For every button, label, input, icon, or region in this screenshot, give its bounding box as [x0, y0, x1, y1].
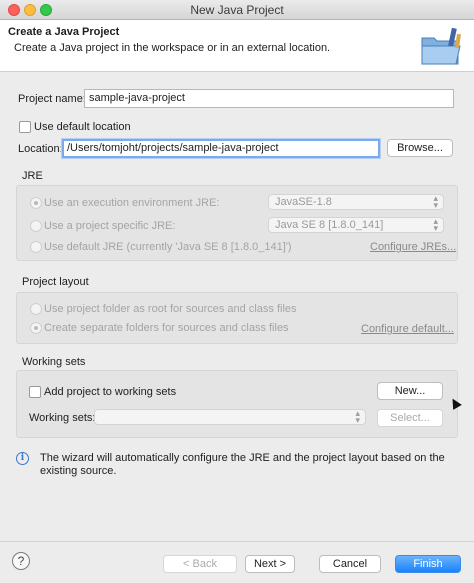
wizard-footer: ? < Back Next > Cancel Finish — [0, 541, 474, 583]
jre-specific-label: Use a project specific JRE: — [44, 220, 176, 232]
wizard-description: Create a Java project in the workspace o… — [14, 42, 331, 54]
wizard-title: Create a Java Project — [8, 26, 120, 38]
configure-default-link[interactable]: Configure default... — [361, 323, 454, 335]
use-default-location-label: Use default location — [34, 121, 131, 133]
jre-env-label: Use an execution environment JRE: — [44, 197, 220, 209]
layout-root-label: Use project folder as root for sources a… — [44, 303, 297, 315]
layout-root-radio[interactable] — [30, 303, 42, 315]
select-arrows-icon: ▴ ▾ — [433, 216, 438, 233]
window-title: New Java Project — [190, 3, 284, 17]
next-button[interactable]: Next > — [245, 555, 295, 573]
title-bar: New Java Project — [0, 0, 474, 20]
layout-separate-radio[interactable] — [30, 322, 42, 334]
java-project-folder-icon — [421, 27, 461, 65]
jre-default-radio[interactable] — [30, 241, 42, 253]
jre-env-select-value: JavaSE-1.8 — [275, 196, 332, 208]
jre-group-label: JRE — [22, 170, 43, 182]
info-message: The wizard will automatically configure … — [40, 452, 445, 477]
use-default-location-checkbox[interactable] — [19, 121, 31, 133]
info-icon: i — [16, 452, 29, 465]
jre-specific-select[interactable]: Java SE 8 [1.8.0_141] ▴ ▾ — [268, 217, 444, 233]
jre-default-label: Use default JRE (currently 'Java SE 8 [1… — [44, 241, 292, 253]
configure-jres-link[interactable]: Configure JREs... — [370, 241, 456, 253]
working-sets-group — [16, 370, 458, 438]
add-to-working-sets-checkbox[interactable] — [29, 386, 41, 398]
project-layout-group-label: Project layout — [22, 276, 89, 288]
location-label: Location: — [18, 143, 63, 155]
browse-button[interactable]: Browse... — [387, 139, 453, 157]
working-sets-select[interactable]: ▴ ▾ — [94, 409, 366, 425]
jre-env-radio[interactable] — [30, 197, 42, 209]
layout-separate-label: Create separate folders for sources and … — [44, 322, 289, 334]
back-button[interactable]: < Back — [163, 555, 237, 573]
select-working-sets-button[interactable]: Select... — [377, 409, 443, 427]
select-arrows-icon: ▴ ▾ — [433, 193, 438, 210]
jre-env-select[interactable]: JavaSE-1.8 ▴ ▾ — [268, 194, 444, 210]
project-layout-group — [16, 292, 458, 344]
working-sets-label: Working sets: — [29, 412, 96, 424]
jre-specific-select-value: Java SE 8 [1.8.0_141] — [275, 219, 384, 231]
add-to-working-sets-label: Add project to working sets — [44, 386, 177, 398]
new-working-set-button[interactable]: New... — [377, 382, 443, 400]
help-icon[interactable]: ? — [12, 552, 30, 570]
project-name-input[interactable]: sample-java-project — [84, 89, 454, 108]
jre-specific-radio[interactable] — [30, 220, 42, 232]
working-sets-group-label: Working sets — [22, 356, 86, 368]
select-arrows-icon: ▴ ▾ — [355, 408, 360, 425]
cancel-button[interactable]: Cancel — [319, 555, 381, 573]
project-name-label: Project name: — [18, 93, 86, 105]
location-input[interactable]: /Users/tomjoht/projects/sample-java-proj… — [62, 139, 380, 158]
finish-button[interactable]: Finish — [395, 555, 461, 573]
wizard-header: Create a Java Project Create a Java proj… — [0, 20, 474, 72]
